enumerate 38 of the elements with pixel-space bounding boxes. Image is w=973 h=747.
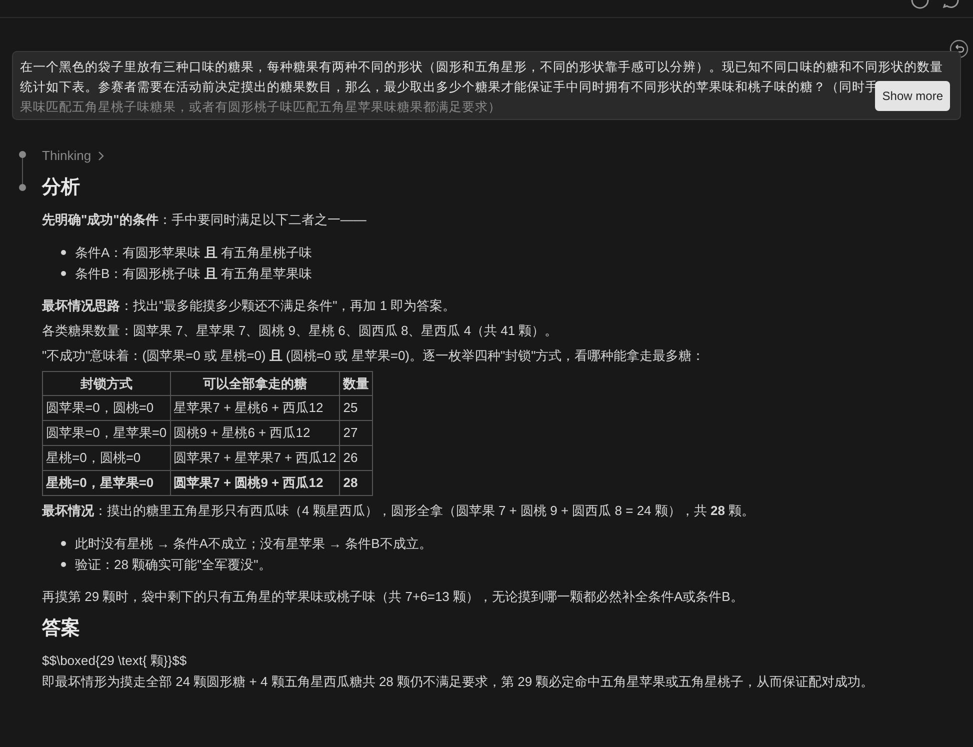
bullet-icon — [61, 541, 66, 546]
paragraph: 最坏情况：摸出的糖里五角星形只有西瓜味（4 颗星西瓜），圆形全拿（圆苹果 7 + 圆桃 9 + 圆西瓜 8 = 24 颗），共 28 颗。 — [42, 502, 756, 520]
prompt-text: 在一个黑色的袋子里放有三种口味的糖果，每种糖果有两种不同的形状（圆形和五角星形，不同的形状靠手感可以分辨）。现已知不同口味的糖和不同形状的数量 — [20, 59, 943, 76]
list-item: 条件A：有圆形苹果味 且 有五角星桃子味 — [75, 244, 312, 262]
table-cell: 28 — [340, 470, 373, 496]
thinking-toggle[interactable]: Thinking — [42, 146, 106, 166]
table-cell: 圆苹果7 + 星苹果7 + 西瓜12 — [170, 446, 340, 470]
bullet-icon — [61, 250, 66, 255]
table-cell: 星苹果7 + 星桃6 + 西瓜12 — [170, 396, 340, 420]
table-cell: 圆桃9 + 星桃6 + 西瓜12 — [170, 420, 340, 446]
table-header: 封锁方式 — [42, 372, 170, 396]
paragraph: 即最坏情形为摸走全部 24 颗圆形糖 + 4 颗五角星西瓜糖共 28 颗仍不满足要求，第 29 颗必定命中五角星苹果或五角星桃子，从而保证配对成功。 — [42, 673, 875, 691]
table-cell: 圆苹果7 + 圆桃9 + 西瓜12 — [170, 470, 340, 496]
table-cell: 27 — [340, 420, 373, 446]
list-item: 此时没有星桃 → 条件A不成立；没有星苹果 → 条件B不成立。 — [75, 535, 432, 553]
paragraph: "不成功"意味着：(圆苹果=0 或 星桃=0) 且 (圆桃=0 或 星苹果=0)。逐一枚举四种"封锁"方式，看哪种能拿走最多糖： — [42, 347, 706, 365]
table-cell: 25 — [340, 396, 373, 420]
table-cell: 圆苹果=0，圆桃=0 — [42, 396, 170, 420]
list-item: 验证：28 颗确实可能"全军覆没"。 — [75, 556, 272, 574]
table-header: 可以全部拿走的糖 — [170, 372, 340, 396]
section-heading: 答案 — [42, 619, 80, 639]
paragraph: 先明确"成功"的条件：手中要同时满足以下二者之一—— — [42, 211, 368, 229]
paragraph: 最坏情况思路：找出"最多能摸多少颗还不满足条件"，再加 1 即为答案。 — [42, 297, 457, 315]
bullet-icon — [61, 562, 66, 567]
paragraph: 再摸第 29 颗时，袋中剩下的只有五角星的苹果味或桃子味（共 7+6=13 颗），无论摸到哪一颗都必然补全条件A或条件B。 — [42, 588, 744, 606]
table-cell: 星桃=0，圆桃=0 — [42, 446, 170, 470]
table-header: 数量 — [340, 372, 373, 396]
paragraph: 各类糖果数量：圆苹果 7、星苹果 7、圆桃 9、星桃 6、圆西瓜 8、星西瓜 4（共 41 颗）。 — [42, 322, 559, 340]
section-heading: 分析 — [42, 178, 80, 198]
table-cell: 26 — [340, 446, 373, 470]
paragraph: $$\boxed{29 \text{ 颗}}$$ — [42, 652, 188, 670]
list-item: 条件B：有圆形桃子味 且 有五角星苹果味 — [75, 265, 312, 283]
chevron-icon — [97, 151, 106, 161]
bullet-icon — [61, 271, 66, 276]
table-cell: 星桃=0，星苹果=0 — [42, 470, 170, 496]
prompt-text: 果味匹配五角星桃子味糖果，或者有圆形桃子味匹配五角星苹果味糖果都满足要求） — [20, 99, 501, 116]
table-cell: 圆苹果=0，星苹果=0 — [42, 420, 170, 446]
show-more-button[interactable]: Show more — [875, 81, 950, 111]
